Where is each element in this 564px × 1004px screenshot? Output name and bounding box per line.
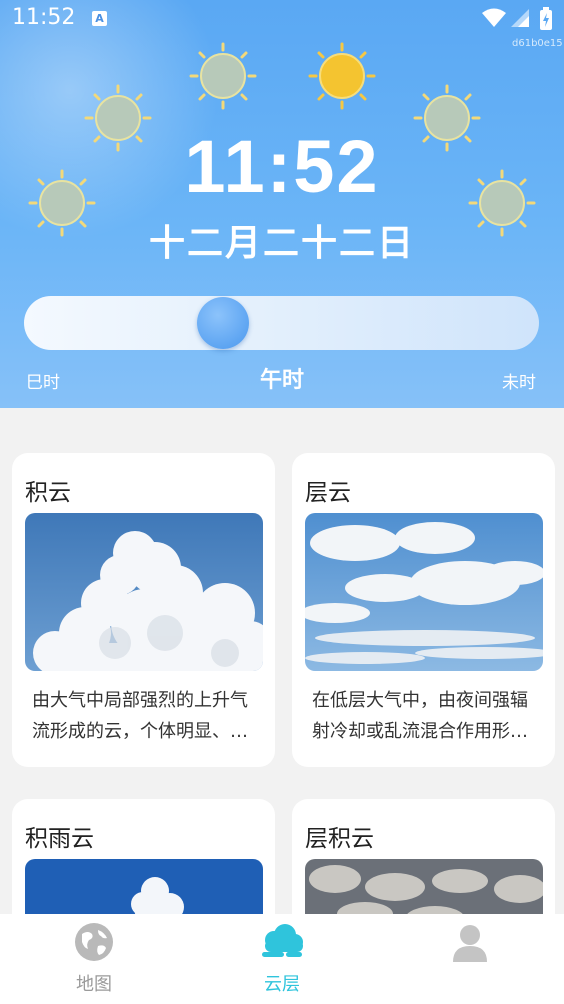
card-title: 层云 bbox=[305, 480, 351, 506]
notification-a-icon: A bbox=[92, 11, 107, 26]
card-title: 层积云 bbox=[305, 826, 374, 852]
card-title: 积雨云 bbox=[25, 826, 94, 852]
card-description: 由大气中局部强烈的上升气流形成的云，个体明显、底部平坦、顶部凸起 bbox=[32, 690, 248, 742]
cloud-card-stratus[interactable]: 层云 在低层大气中，由夜间强辐射冷却或乱流混合作用形成的云 bbox=[292, 453, 555, 767]
sun-icon-active[interactable] bbox=[306, 40, 378, 112]
profile-icon bbox=[453, 925, 487, 962]
status-time: 11:52 bbox=[12, 5, 76, 30]
nav-item-clouds[interactable]: 云层 bbox=[188, 914, 376, 1004]
sun-icon-dim[interactable] bbox=[187, 40, 259, 112]
globe-icon bbox=[75, 923, 113, 961]
nav-item-map[interactable]: 地图 bbox=[0, 914, 188, 1004]
hour-slider-thumb[interactable] bbox=[197, 297, 249, 349]
next-hour-label: 未时 bbox=[502, 373, 536, 393]
cumulus-cloud-photo bbox=[25, 513, 263, 671]
stratus-cloud-photo bbox=[305, 513, 543, 671]
nav-label: 云层 bbox=[264, 974, 300, 995]
cloud-card-cumulus[interactable]: 积云 由大气中局部强烈的上升气流形成的云，个体明显、底部平坦、顶部凸起 bbox=[12, 453, 275, 767]
battery-charging-icon bbox=[540, 7, 552, 30]
device-tag: d61b0e15 bbox=[512, 38, 563, 49]
wifi-icon bbox=[482, 8, 506, 27]
current-hour-label: 午时 bbox=[259, 368, 304, 393]
status-bar: 11:52 A bbox=[0, 0, 564, 38]
big-clock: 11:52 bbox=[184, 125, 380, 208]
hero-header: 11:52 A d61b0e15 11:52 十二月二十二日 巳时 午时 未时 bbox=[0, 0, 564, 408]
cloud-icon bbox=[262, 924, 303, 957]
bottom-navigation: 地图 云层 bbox=[0, 914, 564, 1004]
card-description: 在低层大气中，由夜间强辐射冷却或乱流混合作用形成的云 bbox=[312, 690, 528, 742]
card-title: 积云 bbox=[25, 480, 71, 506]
signal-icon bbox=[511, 9, 529, 27]
nav-item-profile[interactable] bbox=[376, 914, 564, 1004]
nav-label: 地图 bbox=[76, 974, 112, 995]
lunar-date: 十二月二十二日 bbox=[148, 223, 415, 264]
hour-slider-track[interactable] bbox=[24, 296, 539, 350]
